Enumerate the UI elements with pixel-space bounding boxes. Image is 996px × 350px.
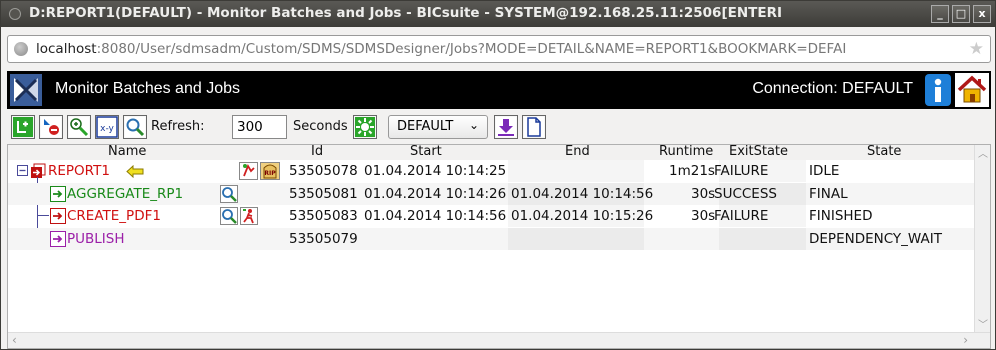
refresh-interval-input[interactable] <box>232 115 287 139</box>
xy-layout-button[interactable]: x-y <box>95 115 119 139</box>
job-runtime: 1m21s <box>669 163 715 179</box>
toolbar: x-y Refresh: Seconds DEFAULT ⌄ <box>11 115 991 141</box>
window-menu-icon[interactable] <box>9 8 21 20</box>
table-row[interactable]: CREATE_PDF1 53505083 01.04.2014 10:14:56… <box>8 205 974 227</box>
search-button[interactable] <box>123 115 147 139</box>
url-path: :8080/User/sdmsadm/Custom/SDMS/SDMSDesig… <box>96 41 847 57</box>
job-name[interactable]: CREATE_PDF1 <box>67 208 161 224</box>
job-icon <box>50 208 66 224</box>
rip-text: RIP <box>264 170 276 177</box>
horizontal-scrollbar[interactable]: ‹ › <box>8 332 990 348</box>
restart-icon[interactable] <box>239 162 258 180</box>
app-header: Monitor Batches and Jobs Connection: DEF… <box>7 71 991 109</box>
column-header-start[interactable]: Start <box>410 144 442 159</box>
connection-label: Connection: DEFAULT <box>752 80 913 97</box>
window-title: D:REPORT1(DEFAULT) - Monitor Batches and… <box>29 5 782 21</box>
bookmark-select-value: DEFAULT <box>397 119 454 134</box>
job-state: FINISHED <box>809 208 873 224</box>
table-row[interactable]: PUBLISH 53505079 DEPENDENCY_WAIT <box>8 228 974 250</box>
zoom-tree-button[interactable] <box>67 115 91 139</box>
home-icon[interactable] <box>955 73 989 107</box>
collapse-node-icon[interactable] <box>17 165 28 176</box>
expand-tree-button[interactable] <box>11 115 35 139</box>
job-name[interactable]: REPORT1 <box>48 163 110 179</box>
batch-icon <box>30 163 46 179</box>
download-button[interactable] <box>494 115 518 139</box>
bookmark-star-icon[interactable]: ★ <box>969 39 984 59</box>
table-row[interactable]: REPORT1 RIP 53505078 01.04.2014 10:14:25… <box>8 160 974 182</box>
column-header-state[interactable]: State <box>867 144 901 159</box>
page-title: Monitor Batches and Jobs <box>55 80 240 97</box>
table-header: Name Id Start End Runtime ExitState Stat… <box>8 144 974 160</box>
job-id: 53505081 <box>289 186 358 202</box>
job-state: IDLE <box>809 163 840 179</box>
minimize-button[interactable]: _ <box>931 5 949 23</box>
job-id: 53505078 <box>289 163 358 179</box>
new-document-button[interactable] <box>522 115 546 139</box>
refresh-now-button[interactable] <box>353 115 377 139</box>
bicsuite-logo-icon <box>10 74 42 106</box>
column-header-runtime[interactable]: Runtime <box>659 144 713 159</box>
job-state: FINAL <box>809 186 848 202</box>
column-header-id[interactable]: Id <box>311 144 323 159</box>
scroll-right-icon[interactable]: › <box>963 333 968 347</box>
job-icon <box>50 231 66 247</box>
job-name[interactable]: PUBLISH <box>67 231 125 247</box>
scroll-left-icon[interactable]: ‹ <box>12 333 17 347</box>
job-start: 01.04.2014 10:14:26 <box>364 186 507 202</box>
job-id: 53505079 <box>289 231 358 247</box>
job-state: DEPENDENCY_WAIT <box>809 231 942 247</box>
scroll-up-icon[interactable]: ︿ <box>978 145 988 160</box>
svg-text:x-y: x-y <box>100 124 114 134</box>
job-exitstate: FAILURE <box>714 163 769 179</box>
job-end: 01.04.2014 10:14:56 <box>511 186 654 202</box>
job-runtime: 30s <box>691 186 716 202</box>
table-row[interactable]: AGGREGATE_RP1 53505081 01.04.2014 10:14:… <box>8 183 974 205</box>
job-end: 01.04.2014 10:15:26 <box>511 208 654 224</box>
refresh-label: Refresh: <box>151 119 205 134</box>
column-header-name[interactable]: Name <box>108 144 146 159</box>
job-id: 53505083 <box>289 208 358 224</box>
collapse-tree-button[interactable] <box>39 115 63 139</box>
close-button[interactable]: x <box>973 5 991 23</box>
scroll-down-icon[interactable]: ﹀ <box>978 316 988 331</box>
job-start: 01.04.2014 10:14:56 <box>364 208 507 224</box>
chevron-down-icon: ⌄ <box>468 118 479 132</box>
job-exitstate: FAILURE <box>714 208 769 224</box>
window-titlebar[interactable]: D:REPORT1(DEFAULT) - Monitor Batches and… <box>1 1 995 27</box>
bookmark-select[interactable]: DEFAULT ⌄ <box>388 115 488 139</box>
url-host: localhost <box>36 41 97 57</box>
vertical-scrollbar[interactable]: ︿ ﹀ <box>974 145 990 333</box>
jobs-table: Name Id Start End Runtime ExitState Stat… <box>7 144 991 349</box>
column-header-end[interactable]: End <box>565 144 590 159</box>
search-icon[interactable] <box>220 185 238 203</box>
seconds-label: Seconds <box>293 119 348 134</box>
search-icon <box>125 117 145 137</box>
search-icon[interactable] <box>220 207 238 225</box>
job-runtime: 30s <box>691 208 716 224</box>
column-header-exitstate[interactable]: ExitState <box>729 144 788 159</box>
address-bar[interactable]: localhost:8080/User/sdmsadm/Custom/SDMS/… <box>7 35 991 63</box>
job-exitstate: SUCCESS <box>714 186 777 202</box>
rip-icon[interactable]: RIP <box>260 162 280 180</box>
globe-icon <box>14 42 28 56</box>
rerun-icon[interactable] <box>240 207 258 225</box>
job-icon <box>50 186 66 202</box>
arrow-left-icon[interactable] <box>126 165 144 178</box>
info-icon[interactable] <box>925 74 951 106</box>
browser-window: D:REPORT1(DEFAULT) - Monitor Batches and… <box>0 0 996 350</box>
job-start: 01.04.2014 10:14:25 <box>364 163 507 179</box>
maximize-button[interactable]: □ <box>952 5 970 23</box>
job-name[interactable]: AGGREGATE_RP1 <box>67 186 183 202</box>
url-text[interactable]: localhost:8080/User/sdmsadm/Custom/SDMS/… <box>36 41 966 57</box>
